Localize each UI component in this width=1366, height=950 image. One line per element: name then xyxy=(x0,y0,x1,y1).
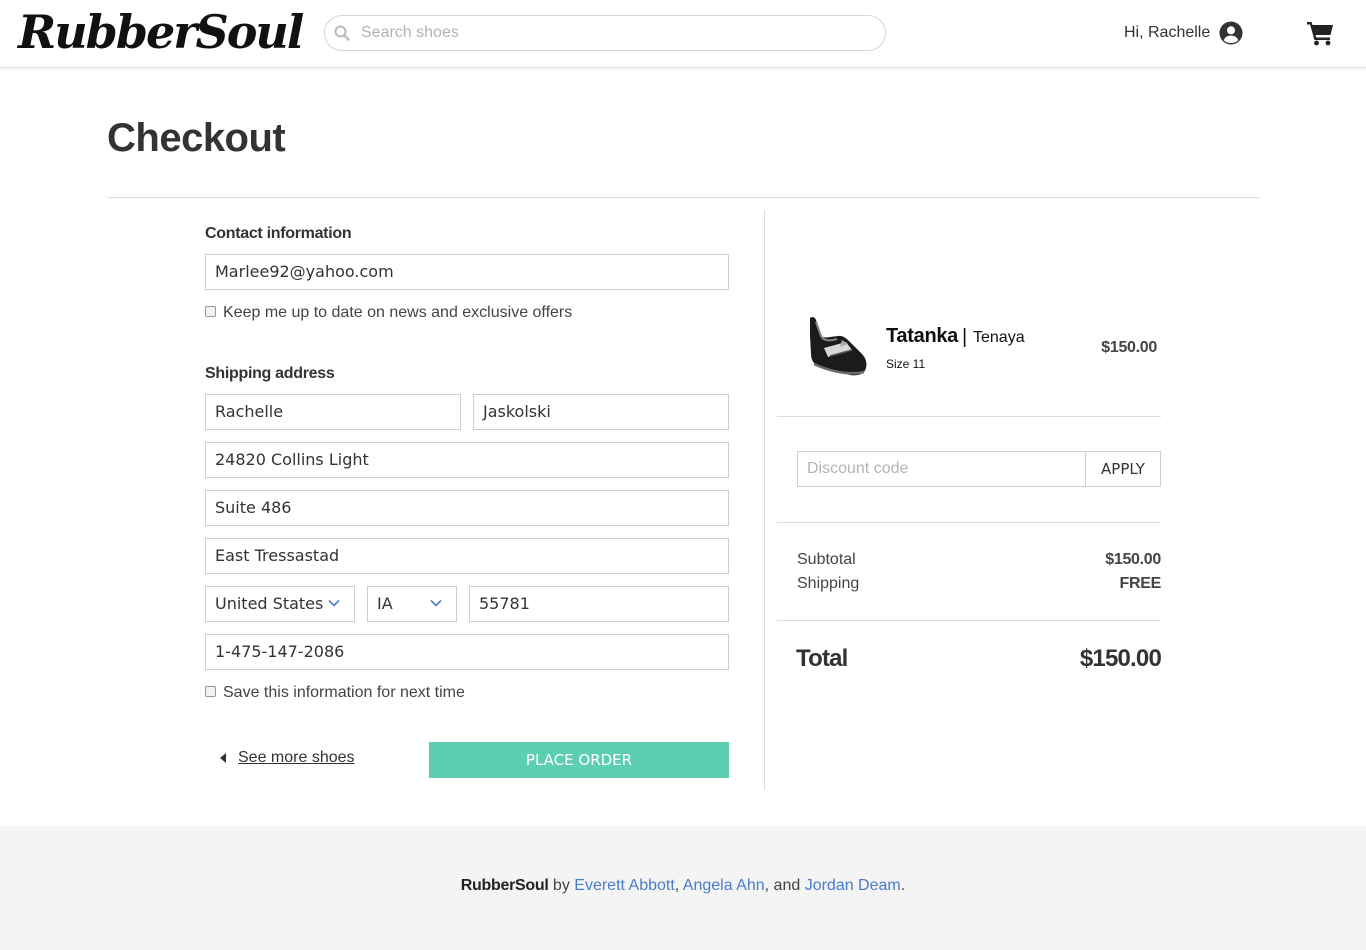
divider xyxy=(777,522,1161,523)
product-name[interactable]: Tatanka xyxy=(886,325,958,348)
phone-field[interactable]: 1-475-147-2086 xyxy=(205,634,729,670)
divider xyxy=(777,416,1161,417)
user-greeting[interactable]: Hi, Rachelle xyxy=(1124,22,1210,44)
caret-left-icon xyxy=(220,753,226,763)
product-image[interactable] xyxy=(802,312,870,380)
total-value: $150.00 xyxy=(1079,645,1162,672)
logo[interactable]: RubberSoul xyxy=(18,2,304,62)
last-name-field[interactable]: Jaskolski xyxy=(473,394,729,430)
discount-code-input[interactable] xyxy=(797,451,1086,487)
country-value: United States xyxy=(215,594,324,613)
newsletter-label: Keep me up to date on news and exclusive… xyxy=(223,304,573,321)
product-separator: | xyxy=(962,326,968,348)
shipping-value: FREE xyxy=(1119,575,1162,592)
product-brand: Tenaya xyxy=(973,329,1025,346)
divider xyxy=(107,197,1259,198)
footer-by: by xyxy=(548,877,575,894)
search-icon xyxy=(334,25,350,41)
shipping-heading: Shipping address xyxy=(205,365,335,382)
first-name-field[interactable]: Rachelle xyxy=(205,394,461,430)
country-select[interactable]: United States xyxy=(205,586,355,622)
user-icon[interactable] xyxy=(1219,21,1243,45)
contact-heading: Contact information xyxy=(205,225,352,242)
city-field[interactable]: East Tressastad xyxy=(205,538,729,574)
author-link-everett[interactable]: Everett Abbott xyxy=(574,877,675,894)
footer-and: , and xyxy=(764,877,805,894)
column-divider xyxy=(764,210,765,790)
footer-credits: RubberSoul by Everett Abbott, Angela Ahn… xyxy=(0,877,1366,895)
page-title: Checkout xyxy=(107,116,286,160)
author-link-angela[interactable]: Angela Ahn xyxy=(683,877,765,894)
save-info-checkbox[interactable] xyxy=(205,686,216,697)
state-select[interactable]: IA xyxy=(367,586,457,622)
state-value: IA xyxy=(377,594,393,613)
subtotal-value: $150.00 xyxy=(1105,551,1161,568)
subtotal-label: Subtotal xyxy=(797,551,856,568)
save-info-label: Save this information for next time xyxy=(223,684,465,701)
email-field[interactable]: Marlee92@yahoo.com xyxy=(205,254,729,290)
divider xyxy=(777,620,1161,621)
footer-comma: , xyxy=(674,877,683,894)
save-info-checkbox-row[interactable]: Save this information for next time xyxy=(205,684,465,702)
address-line2-field[interactable]: Suite 486 xyxy=(205,490,729,526)
search-bar[interactable] xyxy=(324,15,886,51)
apply-discount-button[interactable]: APPLY xyxy=(1085,451,1161,487)
site-footer: RubberSoul by Everett Abbott, Angela Ahn… xyxy=(0,826,1366,950)
site-header: RubberSoul Hi, Rachelle xyxy=(0,0,1366,68)
newsletter-checkbox-row[interactable]: Keep me up to date on news and exclusive… xyxy=(205,304,572,322)
search-input[interactable] xyxy=(361,16,861,50)
address-line1-field[interactable]: 24820 Collins Light xyxy=(205,442,729,478)
author-link-jordan[interactable]: Jordan Deam xyxy=(805,877,901,894)
footer-brand: RubberSoul xyxy=(460,877,549,894)
cart-icon[interactable] xyxy=(1306,20,1334,46)
see-more-shoes-label: See more shoes xyxy=(238,749,355,766)
place-order-button[interactable]: PLACE ORDER xyxy=(429,742,729,778)
newsletter-checkbox[interactable] xyxy=(205,306,216,317)
footer-period: . xyxy=(900,877,906,894)
chevron-down-icon xyxy=(328,599,340,607)
see-more-shoes-link[interactable]: See more shoes xyxy=(220,749,355,767)
zip-field[interactable]: 55781 xyxy=(469,586,729,622)
shipping-label: Shipping xyxy=(797,575,860,592)
total-label: Total xyxy=(796,645,848,672)
chevron-down-icon xyxy=(430,599,442,607)
product-size: Size 11 xyxy=(886,357,926,371)
product-price: $150.00 xyxy=(1101,339,1157,356)
